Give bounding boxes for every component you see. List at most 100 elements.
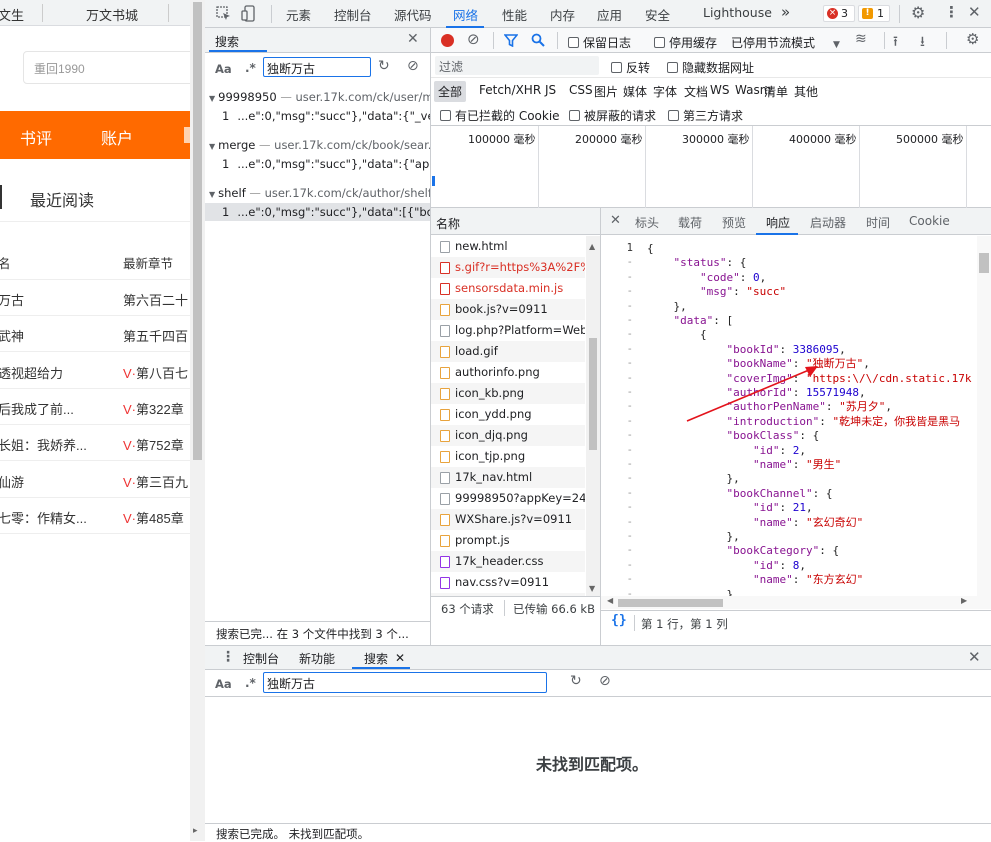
book-row[interactable]: 长姐：我娇养... V·第752章 <box>0 425 190 462</box>
devtools-tab[interactable]: 性能 <box>502 5 527 24</box>
type-filter-6[interactable]: 字体 <box>649 81 681 102</box>
checkbox-box[interactable] <box>568 37 579 48</box>
response-viewer[interactable]: 1{- "status": {- "code": 0, - "msg": "suc… <box>601 236 977 596</box>
type-filter-5[interactable]: 媒体 <box>619 81 651 102</box>
clear-log-icon[interactable]: ⊘ <box>467 30 480 48</box>
regex-toggle[interactable]: .* <box>245 61 256 75</box>
third-party-checkbox[interactable]: 第三方请求 <box>668 107 743 124</box>
throttling-select[interactable]: 已停用节流模式 ▼ <box>731 34 840 51</box>
devtools-tab[interactable]: 源代码 <box>394 5 432 24</box>
scroll-up-arrow-icon[interactable]: ▲ <box>589 242 595 251</box>
detail-tab[interactable]: 响应 <box>766 214 790 231</box>
request-row[interactable]: 17k_nav.html <box>431 467 585 488</box>
expand-arrow-icon[interactable]: ▼ <box>209 190 215 199</box>
close-drawer-search-tab-icon[interactable]: ✕ <box>395 651 405 665</box>
book-latest-chapter[interactable]: V·第322章 <box>123 399 184 418</box>
request-list-scrollbar[interactable]: ▲ ▼ <box>586 236 600 596</box>
invert-checkbox[interactable]: 反转 <box>611 59 650 76</box>
search-result-file[interactable]: ▼ shelf — user.17k.com/ck/author/shelf... <box>209 186 430 203</box>
detail-tab[interactable]: Cookie <box>909 214 950 228</box>
devtools-tab[interactable]: Lighthouse <box>703 5 772 20</box>
hide-data-urls-checkbox[interactable]: 隐藏数据网址 <box>667 59 754 76</box>
devtools-tab[interactable]: 内存 <box>550 5 575 24</box>
type-filter-4[interactable]: 图片 <box>590 81 622 102</box>
request-row[interactable]: nav.css?v=0911 <box>431 572 585 593</box>
export-har-icon[interactable]: ⭳ <box>920 31 925 55</box>
book-latest-chapter[interactable]: 第六百二十 <box>123 290 188 309</box>
drawer-menu-icon[interactable]: ⋮ <box>221 649 235 665</box>
site-search-input[interactable]: 重回1990 <box>23 51 190 84</box>
filter-icon[interactable] <box>504 34 518 47</box>
close-search-icon[interactable]: ✕ <box>407 31 419 47</box>
filter-input[interactable]: 过滤 <box>435 56 599 75</box>
request-row[interactable]: log.php?Platform=Web. <box>431 320 585 341</box>
drawer-tab[interactable]: 搜索 <box>364 650 388 667</box>
book-title[interactable]: 万古 <box>0 290 24 309</box>
scroll-down-arrow-icon[interactable]: ▼ <box>589 584 595 593</box>
pretty-print-icon[interactable]: {} <box>611 613 627 628</box>
book-latest-chapter[interactable]: V·第485章 <box>123 508 184 527</box>
checkbox-box[interactable] <box>668 110 679 121</box>
network-settings-icon[interactable]: ⚙ <box>966 30 979 48</box>
nav-link-account[interactable]: 账户 <box>101 125 133 149</box>
search-result-match[interactable]: 1 ...e":0,"msg":"succ"},"data":{"app":0..… <box>205 155 430 173</box>
book-row[interactable]: 后我成了前... V·第322章 <box>0 389 190 425</box>
type-filter-8[interactable]: WS <box>706 81 733 99</box>
detail-tab[interactable]: 预览 <box>722 214 746 231</box>
request-row[interactable]: icon_ydd.png <box>431 404 585 425</box>
book-row[interactable]: 七零：作精女... V·第485章 <box>0 498 190 534</box>
clear-search-icon[interactable]: ⊘ <box>407 58 419 74</box>
book-latest-chapter[interactable]: V·第八百七 <box>123 363 188 382</box>
request-row[interactable]: WXShare.js?v=0911 <box>431 509 585 530</box>
request-row[interactable]: authorinfo.png <box>431 362 585 383</box>
disable-cache-checkbox[interactable]: 停用缓存 <box>654 34 717 51</box>
blocked-requests-checkbox[interactable]: 被屏蔽的请求 <box>569 107 656 124</box>
book-title[interactable]: 长姐：我娇养... <box>0 435 87 454</box>
scroll-right-arrow-icon[interactable]: ▶ <box>961 596 967 605</box>
page-scrollbar[interactable]: ▸ <box>190 0 205 841</box>
refresh-search-icon[interactable]: ↻ <box>378 58 390 74</box>
request-row[interactable]: icon_djq.png <box>431 425 585 446</box>
preserve-log-checkbox[interactable]: 保留日志 <box>568 34 631 51</box>
scrollbar-thumb[interactable] <box>979 253 989 273</box>
customize-menu-icon[interactable]: ⋮ <box>944 3 959 21</box>
drawer-regex-toggle[interactable]: .* <box>245 676 256 690</box>
type-filter-0[interactable]: 全部 <box>434 81 467 102</box>
import-har-icon[interactable]: ⭱ <box>893 31 898 55</box>
search-icon[interactable] <box>531 33 545 47</box>
expand-arrow-icon[interactable]: ▼ <box>209 94 215 103</box>
page-tab[interactable]: 万文书城 <box>86 5 138 24</box>
devtools-tab[interactable]: 安全 <box>645 5 670 24</box>
type-filter-10[interactable]: 清单 <box>760 81 792 102</box>
book-title[interactable]: 透视超给力 <box>0 363 63 382</box>
response-vertical-scrollbar[interactable] <box>977 236 991 596</box>
book-title[interactable]: 后我成了前... <box>0 399 74 418</box>
request-row[interactable]: icon_kb.png <box>431 383 585 404</box>
book-title[interactable]: 仙游 <box>0 472 24 491</box>
scroll-right-arrow-icon[interactable]: ▸ <box>193 826 198 836</box>
page-scrollbar-thumb[interactable] <box>193 2 202 460</box>
book-title[interactable]: 武神 <box>0 326 24 345</box>
drawer-clear-icon[interactable]: ⊘ <box>599 673 611 689</box>
name-column-header[interactable]: 名称 <box>436 215 460 232</box>
record-icon[interactable] <box>441 34 454 47</box>
devtools-tab[interactable]: 元素 <box>286 5 311 24</box>
blocked-cookies-checkbox[interactable]: 有已拦截的 Cookie <box>440 107 560 124</box>
network-conditions-icon[interactable]: ≋ <box>855 31 867 47</box>
scrollbar-thumb[interactable] <box>618 599 723 607</box>
book-row[interactable]: 武神 第五千四百 <box>0 316 190 353</box>
drawer-refresh-icon[interactable]: ↻ <box>570 673 582 689</box>
error-count-badge[interactable]: × 3 <box>823 5 855 22</box>
drawer-tab[interactable]: 新功能 <box>299 650 335 667</box>
drawer-tab[interactable]: 控制台 <box>243 650 279 667</box>
request-row[interactable]: prompt.js <box>431 530 585 551</box>
request-row[interactable]: icon_tjp.png <box>431 446 585 467</box>
request-row[interactable]: sensorsdata.min.js <box>431 278 585 299</box>
checkbox-box[interactable] <box>654 37 665 48</box>
scrollbar-thumb[interactable] <box>589 338 597 450</box>
page-tab[interactable]: 文生 <box>0 5 24 24</box>
checkbox-box[interactable] <box>440 110 451 121</box>
search-result-match[interactable]: 1 ...e":0,"msg":"succ"},"data":{"_versio.… <box>205 107 430 125</box>
recent-reading-tab[interactable]: 最近阅读 <box>30 187 94 211</box>
search-result-file[interactable]: ▼ merge — user.17k.com/ck/book/sear... <box>209 138 430 155</box>
